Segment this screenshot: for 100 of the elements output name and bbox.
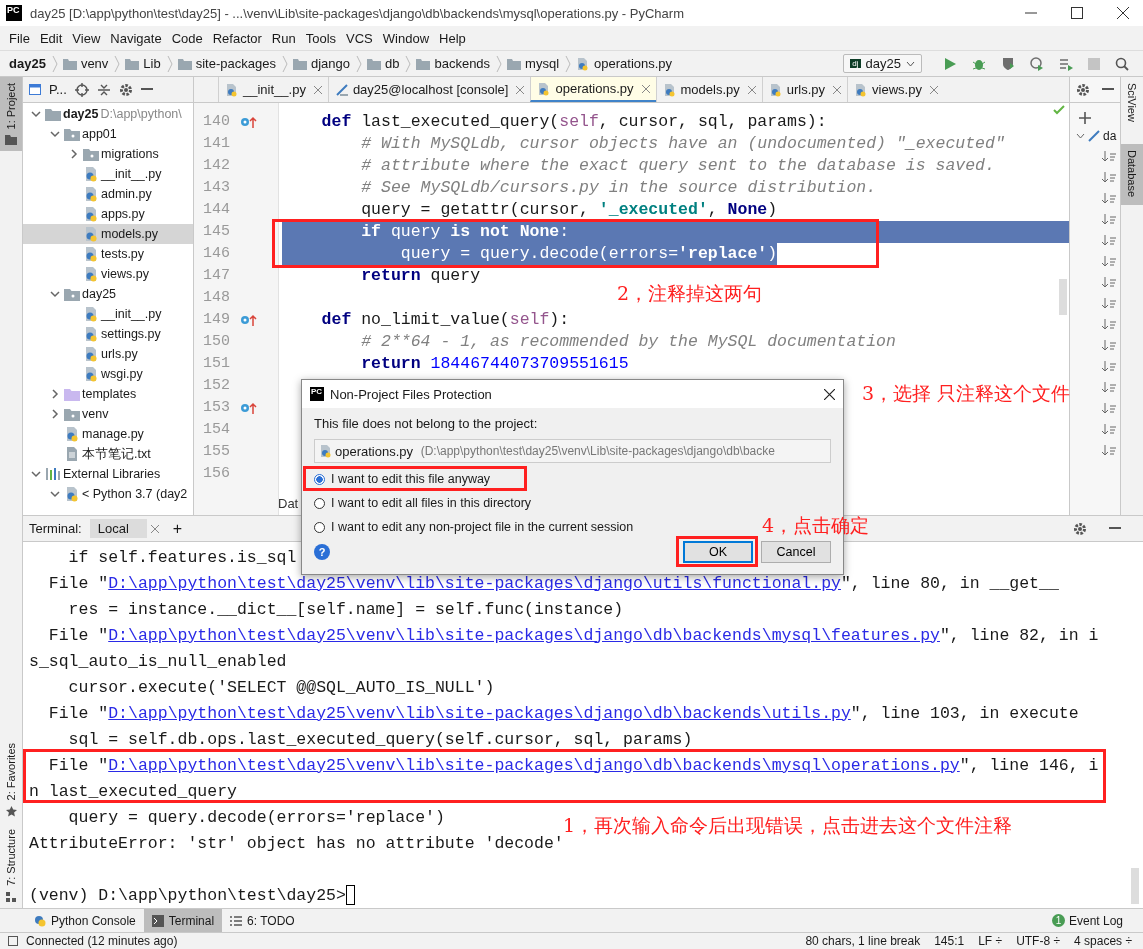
scrollbar-thumb[interactable] xyxy=(1131,868,1139,904)
breadcrumb-item[interactable]: mysql xyxy=(524,56,561,71)
run-config-dropdown[interactable]: dj day25 xyxy=(843,54,922,73)
tree-item[interactable]: settings.py xyxy=(23,324,193,344)
file-path-field[interactable]: operations.py (D:\app\python\test\day25\venv\Lib\site-packages\django\db\backe xyxy=(314,439,831,463)
target-icon[interactable] xyxy=(74,82,89,97)
scrollbar-thumb[interactable] xyxy=(1059,279,1067,315)
sort-arrow-icon[interactable] xyxy=(1102,151,1116,163)
sort-arrow-icon[interactable] xyxy=(1102,214,1116,226)
sort-arrow-icon[interactable] xyxy=(1102,424,1116,436)
help-button[interactable]: ? xyxy=(314,544,330,560)
sort-arrow-icon[interactable] xyxy=(1102,256,1116,268)
event-log-button[interactable]: Event Log xyxy=(1064,913,1143,928)
tool-window-tab[interactable]: Python Console xyxy=(26,909,144,932)
tree-item[interactable]: 本节笔记.txt xyxy=(23,444,193,464)
status-item[interactable]: 4 spaces ÷ xyxy=(1071,934,1135,948)
breadcrumb-item[interactable]: site-packages xyxy=(194,56,277,71)
menu-item[interactable]: Navigate xyxy=(105,30,167,46)
sort-arrow-icon[interactable] xyxy=(1102,193,1116,205)
breadcrumb-item[interactable]: day25 xyxy=(8,56,47,71)
search-icon[interactable] xyxy=(1115,56,1129,71)
settings-icon[interactable] xyxy=(118,82,133,97)
sort-arrow-icon[interactable] xyxy=(1102,277,1116,289)
shield-icon[interactable] xyxy=(1001,56,1015,71)
sort-arrow-icon[interactable] xyxy=(1102,445,1116,457)
cancel-button[interactable]: Cancel xyxy=(761,541,831,563)
menu-item[interactable]: Code xyxy=(166,30,208,46)
tree-item[interactable]: wsgi.py xyxy=(23,364,193,384)
radio-button[interactable] xyxy=(314,497,325,509)
radio-button[interactable] xyxy=(314,473,325,485)
sort-arrow-icon[interactable] xyxy=(1102,172,1116,184)
menu-item[interactable]: Edit xyxy=(34,30,68,46)
tree-item[interactable]: views.py xyxy=(23,264,193,284)
breadcrumb-item[interactable]: operations.py xyxy=(593,56,674,71)
override-marker-icon[interactable] xyxy=(240,115,258,129)
sort-arrow-icon[interactable] xyxy=(1102,235,1116,247)
override-marker-icon[interactable] xyxy=(240,313,258,327)
tool-window-button[interactable]: 7: Structure xyxy=(0,823,22,908)
sort-arrow-icon[interactable] xyxy=(1102,361,1116,373)
tree-item[interactable]: < Python 3.7 (day2 xyxy=(23,484,193,504)
file-link[interactable]: D:\app\python\test\day25\venv\lib\site-packages\django\db\backends\mysql\operations.py xyxy=(108,755,960,775)
override-marker-icon[interactable] xyxy=(240,401,258,415)
tree-item[interactable]: __init__.py xyxy=(23,304,193,324)
editor-tab[interactable]: models.py xyxy=(655,77,762,102)
breadcrumb-item[interactable]: Dat xyxy=(278,496,299,511)
status-item[interactable]: 80 chars, 1 line break xyxy=(802,934,924,948)
tool-window-button[interactable]: SciView xyxy=(1121,77,1143,130)
tree-item[interactable]: apps.py xyxy=(23,204,193,224)
breadcrumb-item[interactable]: backends xyxy=(433,56,492,71)
maximize-icon[interactable] xyxy=(1071,7,1083,19)
profile-icon[interactable] xyxy=(1030,56,1044,71)
tree-item[interactable]: app01 xyxy=(23,124,193,144)
run-list-icon[interactable] xyxy=(1059,56,1073,71)
menu-item[interactable]: Refactor xyxy=(207,30,267,46)
menu-item[interactable]: Window xyxy=(377,30,435,46)
tool-window-button[interactable]: 2: Favorites xyxy=(0,736,22,824)
tree-item[interactable]: migrations xyxy=(23,144,193,164)
option-label[interactable]: I want to edit this file anyway xyxy=(331,472,491,486)
sort-arrow-icon[interactable] xyxy=(1102,382,1116,394)
tree-item[interactable]: models.py xyxy=(23,224,193,244)
close-icon[interactable] xyxy=(1117,7,1129,19)
tree-item[interactable]: __init__.py xyxy=(23,164,193,184)
option-label[interactable]: I want to edit any non-project file in the current session xyxy=(331,520,634,534)
tree-item[interactable]: admin.py xyxy=(23,184,193,204)
tree-item[interactable]: day25 D:\app\python\ xyxy=(23,104,193,124)
sort-arrow-icon[interactable] xyxy=(1102,340,1116,352)
session-tab[interactable]: Local xyxy=(89,519,147,538)
add-icon[interactable] xyxy=(1078,111,1092,125)
breadcrumb-item[interactable]: django xyxy=(309,56,351,71)
editor-tab[interactable]: __init__.py xyxy=(218,77,328,102)
breadcrumb-item[interactable]: db xyxy=(383,56,401,71)
file-link[interactable]: D:\app\python\test\day25\venv\lib\site-packages\django\db\backends\utils.py xyxy=(108,703,851,723)
breadcrumb-item[interactable]: Lib xyxy=(142,56,162,71)
menu-item[interactable]: Run xyxy=(266,30,301,46)
settings-icon[interactable] xyxy=(1076,82,1090,97)
tool-window-tab[interactable]: 6: TODO xyxy=(222,909,303,932)
close-icon[interactable] xyxy=(824,388,835,400)
tree-item[interactable]: day25 xyxy=(23,284,193,304)
tree-item[interactable]: urls.py xyxy=(23,344,193,364)
tree-item[interactable]: templates xyxy=(23,384,193,404)
ok-button[interactable]: OK xyxy=(683,541,753,563)
collapse-icon[interactable] xyxy=(96,82,111,97)
editor-tab[interactable]: urls.py xyxy=(761,77,848,102)
tree-item[interactable]: venv xyxy=(23,404,193,424)
menu-item[interactable]: VCS xyxy=(341,30,378,46)
file-link[interactable]: D:\app\python\test\day25\venv\lib\site-packages\django\db\backends\mysql\features.py xyxy=(108,625,940,645)
editor-tab[interactable]: operations.py xyxy=(530,77,656,102)
sort-arrow-icon[interactable] xyxy=(1102,403,1116,415)
sort-arrow-icon[interactable] xyxy=(1102,319,1116,331)
status-item[interactable]: LF ÷ xyxy=(975,934,1006,948)
radio-button[interactable] xyxy=(314,521,325,533)
menu-item[interactable]: Help xyxy=(434,30,471,46)
minimize-icon[interactable] xyxy=(1102,88,1114,91)
sort-arrow-icon[interactable] xyxy=(1102,298,1116,310)
status-icon[interactable] xyxy=(8,936,18,946)
file-link[interactable]: D:\app\python\test\day25\venv\lib\site-packages\django\utils\functional.py xyxy=(108,573,841,593)
status-item[interactable]: UTF-8 ÷ xyxy=(1013,934,1064,948)
settings-icon[interactable] xyxy=(1073,521,1087,536)
breadcrumb-item[interactable]: venv xyxy=(79,56,110,71)
menu-item[interactable]: File xyxy=(4,30,35,46)
